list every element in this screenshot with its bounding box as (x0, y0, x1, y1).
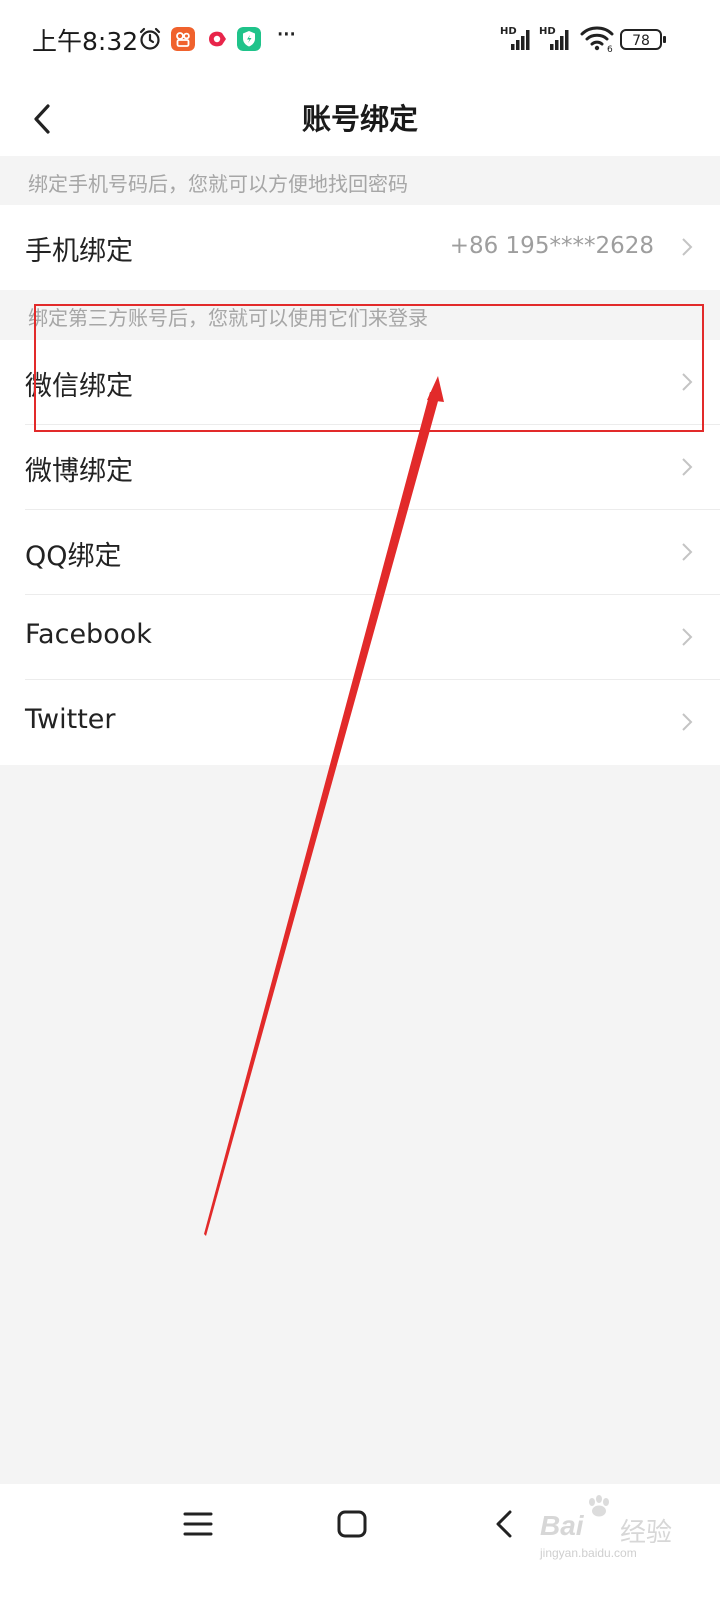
baidu-jingyan-watermark: Bai 经验 jingyan.baidu.com (540, 1492, 700, 1562)
watermark-brand-left: Bai (540, 1510, 584, 1541)
menu-icon[interactable] (180, 1506, 216, 1542)
annotation-arrow (204, 376, 444, 1236)
baidu-paw-icon (589, 1495, 609, 1517)
watermark-brand-right: 经验 (620, 1517, 673, 1547)
home-icon[interactable] (334, 1506, 370, 1542)
back-icon[interactable] (488, 1506, 524, 1542)
watermark-url: jingyan.baidu.com (540, 1546, 637, 1560)
